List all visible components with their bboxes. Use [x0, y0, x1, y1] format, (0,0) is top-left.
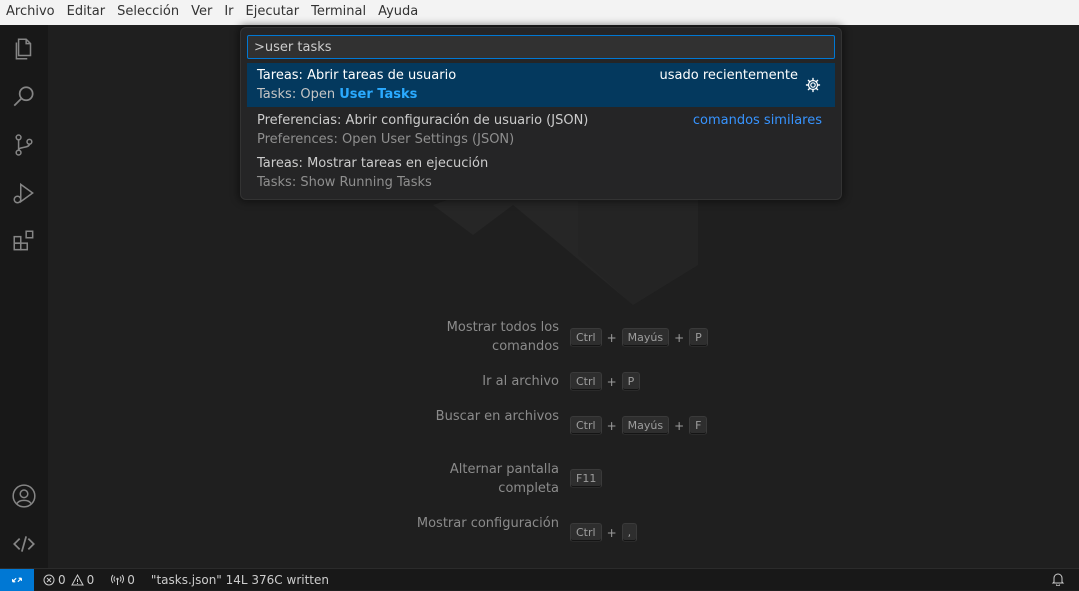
command-detail-prefix: Tasks: Open [257, 87, 340, 102]
key-cap: Ctrl [570, 416, 602, 435]
key-cap: F [689, 416, 708, 435]
key-cap: P [689, 328, 708, 347]
key-plus: + [674, 418, 685, 433]
command-label: Preferencias: Abrir configuración de usu… [257, 113, 589, 128]
similar-commands-link[interactable]: comandos similares [693, 113, 822, 128]
menu-ejecutar[interactable]: Ejecutar [240, 0, 306, 25]
menu-seleccion[interactable]: Selección [111, 0, 185, 25]
remote-indicator-button[interactable] [0, 568, 34, 591]
command-result-show-running-tasks[interactable]: Tareas: Mostrar tareas en ejecución Task… [247, 151, 835, 195]
source-control-icon[interactable] [0, 121, 48, 169]
key-plus: + [606, 418, 617, 433]
run-debug-icon[interactable] [0, 169, 48, 217]
problems-indicator[interactable]: 0 0 [43, 573, 94, 587]
command-result-open-user-settings-json[interactable]: Preferencias: Abrir configuración de usu… [247, 108, 835, 152]
command-palette-input[interactable] [247, 35, 835, 59]
key-plus: + [606, 374, 617, 389]
command-palette: Tareas: Abrir tareas de usuario Tasks: O… [240, 27, 842, 200]
shortcut-label: Mostrar todos los comandos [446, 320, 559, 354]
warning-count: 0 [86, 572, 95, 587]
key-cap: Ctrl [570, 372, 602, 391]
key-cap: Mayús [621, 328, 670, 347]
key-plus: + [606, 525, 617, 540]
account-icon[interactable] [0, 472, 48, 520]
status-message: "tasks.json" 14L 376C written [150, 572, 329, 587]
files-icon[interactable] [0, 25, 48, 73]
command-detail-match: User Tasks [339, 87, 418, 102]
remote-icon [12, 577, 22, 582]
command-detail: Preferences: Open User Settings (JSON) [257, 132, 515, 147]
shortcut-label: Ir al archivo [482, 374, 559, 389]
menu-ayuda[interactable]: Ayuda [372, 0, 424, 25]
ports-count: 0 [127, 572, 135, 587]
key-cap: Mayús [621, 416, 670, 435]
broadcast-icon [111, 574, 125, 585]
error-icon [43, 574, 55, 585]
menu-archivo[interactable]: Archivo [0, 0, 61, 25]
command-detail: Tasks: Show Running Tasks [257, 175, 432, 190]
shortcut-label: Buscar en archivos [435, 409, 559, 424]
command-detail: Tasks: Open User Tasks [257, 87, 417, 102]
key-cap: Ctrl [570, 523, 602, 542]
notifications-bell-icon[interactable] [1051, 572, 1065, 586]
shortcut-keys: Ctrl + Mayús + F [570, 416, 708, 435]
menu-editar[interactable]: Editar [61, 0, 112, 25]
extensions-icon[interactable] [0, 217, 48, 265]
key-cap: Ctrl [570, 328, 602, 347]
search-icon[interactable] [0, 73, 48, 121]
menu-bar: Archivo Editar Selección Ver Ir Ejecutar… [0, 0, 1079, 25]
menu-ver[interactable]: Ver [185, 0, 218, 25]
shortcut-keys: Ctrl + P [570, 372, 641, 391]
command-result-open-user-tasks[interactable]: Tareas: Abrir tareas de usuario Tasks: O… [247, 63, 835, 107]
status-bar: 0 0 0 "tasks.json" 14L 376C written [0, 568, 1079, 591]
key-plus: + [606, 330, 617, 345]
error-count: 0 [58, 572, 66, 587]
shortcut-label: Mostrar configuración [416, 516, 559, 531]
remote-explorer-icon[interactable] [0, 520, 48, 568]
activity-bar [0, 25, 48, 568]
key-cap: P [621, 372, 641, 391]
menu-terminal[interactable]: Terminal [305, 0, 372, 25]
shortcut-keys: Ctrl + Mayús + P [570, 328, 708, 347]
gear-icon[interactable] [805, 77, 821, 93]
command-label: Tareas: Abrir tareas de usuario [257, 68, 457, 83]
ports-indicator[interactable]: 0 [111, 573, 135, 587]
key-plus: + [674, 330, 685, 345]
shortcut-label: Alternar pantalla completa [449, 462, 559, 496]
shortcut-keys: F11 [570, 469, 603, 488]
key-cap: , [621, 523, 638, 542]
key-cap: F11 [570, 469, 603, 488]
warning-icon [70, 573, 84, 585]
command-label: Tareas: Mostrar tareas en ejecución [257, 156, 489, 171]
shortcut-keys: Ctrl + , [570, 523, 638, 542]
recently-used-tag: usado recientemente [659, 68, 798, 83]
menu-ir[interactable]: Ir [218, 0, 239, 25]
